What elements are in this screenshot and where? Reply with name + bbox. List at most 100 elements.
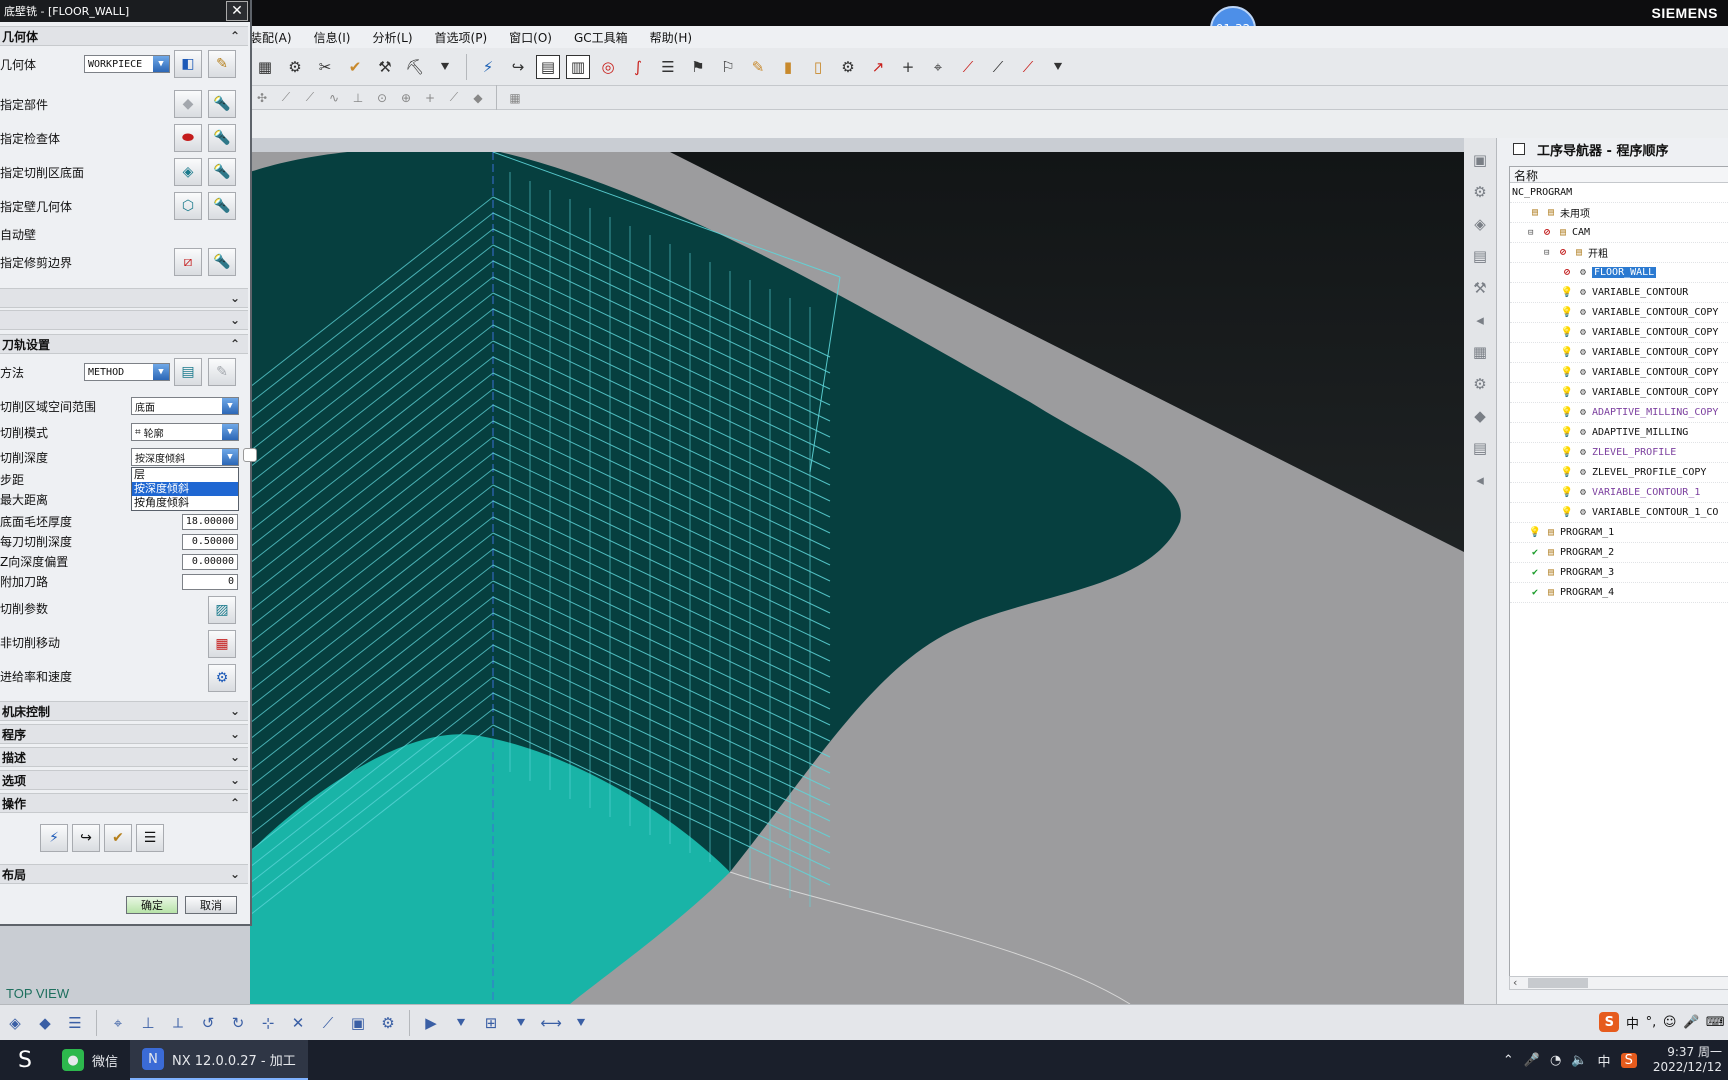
navigator-row[interactable]: 💡 ⚙ ZLEVEL_PROFILE xyxy=(1510,443,1728,463)
chevron-down-icon[interactable]: ⌄ xyxy=(230,867,240,881)
method-select[interactable]: METHOD ▼ xyxy=(84,363,170,381)
program-section[interactable]: 程序 ⌄ xyxy=(0,724,248,744)
menu-analysis[interactable]: 分析(L) xyxy=(372,29,412,46)
navigator-row[interactable]: 💡 ⚙ VARIABLE_CONTOUR xyxy=(1510,283,1728,303)
reset-handle[interactable] xyxy=(243,448,257,462)
cut-depth-select[interactable]: 按深度倾斜 ▼ xyxy=(131,448,239,466)
show-trim-boundary-icon[interactable]: 🔦 xyxy=(208,248,236,276)
feeds-speeds-button[interactable]: ⚙ xyxy=(208,664,236,692)
navigator-row[interactable]: 💡 ⚙ ADAPTIVE_MILLING_COPY xyxy=(1510,403,1728,423)
navigator-row[interactable]: NC_PROGRAM xyxy=(1510,183,1728,203)
snap-face-icon[interactable]: ◆ xyxy=(469,89,487,107)
sogou-icon[interactable]: S xyxy=(1599,1012,1620,1032)
chevron-down-icon[interactable]: ⌄ xyxy=(230,750,240,764)
snap-grid-icon[interactable]: ▦ xyxy=(506,89,524,107)
cut-pattern-select[interactable]: ⌗ 轮廓 ▼ xyxy=(131,423,239,441)
navigator-row[interactable]: ✔ ▤ PROGRAM_2 xyxy=(1510,543,1728,563)
generate-toolpath-icon[interactable]: ⚡ xyxy=(476,55,500,79)
options-section[interactable]: 选项 ⌄ xyxy=(0,770,248,790)
chevron-down-icon[interactable]: ▼ xyxy=(153,56,169,72)
create-program-icon[interactable]: ▦ xyxy=(253,55,277,79)
select-wall-icon[interactable]: ⬡ xyxy=(174,192,202,220)
navigator-row[interactable]: ✔ ▤ PROGRAM_4 xyxy=(1510,583,1728,603)
vector-icon[interactable]: ↗ xyxy=(866,55,890,79)
close-icon[interactable]: ✕ xyxy=(226,1,248,21)
chevron-down-icon[interactable]: ⌄ xyxy=(230,313,240,327)
replay-toolpath-icon[interactable]: ↪ xyxy=(506,55,530,79)
show-part-icon[interactable]: 🔦 xyxy=(208,90,236,118)
cut-area-range-select[interactable]: 底面 ▼ xyxy=(131,397,239,415)
ime-mode[interactable]: 中 xyxy=(1626,1013,1639,1032)
navigator-row[interactable]: 💡 ⚙ VARIABLE_CONTOUR_1 xyxy=(1510,483,1728,503)
resource-history-icon[interactable]: ▦ xyxy=(1468,340,1492,364)
replay-button[interactable]: ↪ xyxy=(72,824,100,852)
save-wcs-icon[interactable]: ▣ xyxy=(346,1011,370,1035)
simulate-icon[interactable]: ▥ xyxy=(566,54,590,79)
cutting-params-button[interactable]: ▨ xyxy=(208,596,236,624)
edit-geometry-icon[interactable]: ✎ xyxy=(208,50,236,78)
navigator-pin-checkbox[interactable] xyxy=(1513,143,1525,155)
ime-punctuation[interactable]: °, xyxy=(1646,1015,1657,1030)
snap-line-icon[interactable]: ⟋ xyxy=(277,89,295,107)
cut-depth-dropdown-list[interactable]: 层 按深度倾斜 按角度倾斜 xyxy=(131,467,239,511)
navigator-row[interactable]: 💡 ⚙ VARIABLE_CONTOUR_COPY xyxy=(1510,343,1728,363)
chevron-down-icon[interactable]: ⌄ xyxy=(230,704,240,718)
scroll-left-icon[interactable]: ‹ xyxy=(1513,976,1517,989)
show-wall-icon[interactable]: 🔦 xyxy=(208,192,236,220)
point-icon[interactable]: + xyxy=(896,55,920,79)
chevron-down-icon[interactable]: ▼ xyxy=(153,364,169,380)
wcs-6-icon[interactable]: ⊹ xyxy=(256,1011,280,1035)
verify-toolpath-icon[interactable]: ▤ xyxy=(536,54,560,79)
navigator-row[interactable]: ⊘ ⚙ FLOOR_WALL xyxy=(1510,263,1728,283)
snap-crosshair-icon[interactable]: ⊞ xyxy=(479,1011,503,1035)
chevron-down-icon[interactable]: ⌄ xyxy=(230,727,240,741)
snap-intersection-icon[interactable]: ⊥ xyxy=(349,89,367,107)
chevron-down-icon[interactable]: ▼ xyxy=(222,398,238,414)
geometry-section-header[interactable]: 几何体 ⌃ xyxy=(0,26,248,46)
non-cutting-moves-button[interactable]: ▦ xyxy=(208,630,236,658)
create-method-icon[interactable]: ✔ xyxy=(343,55,367,79)
machine-tool-icon[interactable]: ⛏ xyxy=(403,55,427,79)
cancel-button[interactable]: 取消 xyxy=(185,896,237,914)
collapsed-section-2[interactable]: ⌄ xyxy=(0,310,248,330)
chevron-up-icon[interactable]: ⌃ xyxy=(230,337,240,351)
navigator-tree[interactable]: 名称 NC_PROGRAM ▤ ▤ 未用项 ⊟ ⊘ ▤ CAM ⊟ ⊘ ▤ 开粗 ⊘ ⚙ FLOOR_WAL… xyxy=(1509,166,1728,988)
navigator-row[interactable]: 💡 ⚙ VARIABLE_CONTOUR_COPY xyxy=(1510,383,1728,403)
navigator-row[interactable]: ✔ ▤ PROGRAM_3 xyxy=(1510,563,1728,583)
chevron-down-icon[interactable]: ▼ xyxy=(222,424,238,440)
line-dropdown-icon[interactable]: ⯆ xyxy=(1046,55,1070,79)
clock[interactable]: 9:37 周一 2022/12/12 xyxy=(1653,1045,1722,1075)
snap-point-icon[interactable]: ⌖ xyxy=(926,55,950,79)
menu-preferences[interactable]: 首选项(P) xyxy=(435,29,488,46)
select-check-body-icon[interactable]: ⬬ xyxy=(174,124,202,152)
ime-indicator[interactable]: 中 xyxy=(1598,1051,1611,1070)
taskbar-wechat[interactable]: ● 微信 xyxy=(50,1040,130,1080)
navigator-row[interactable]: 💡 ⚙ ZLEVEL_PROFILE_COPY xyxy=(1510,463,1728,483)
new-method-button[interactable]: ▤ xyxy=(174,358,202,386)
tool-holder-icon[interactable]: ▮ xyxy=(776,55,800,79)
target-icon[interactable]: ◎ xyxy=(596,55,620,79)
ok-button[interactable]: 确定 xyxy=(126,896,178,914)
dropdown-option-layer[interactable]: 层 xyxy=(132,468,238,482)
collapsed-section-1[interactable]: ⌄ xyxy=(0,288,248,308)
shop-doc-icon[interactable]: ⚑ xyxy=(686,55,710,79)
line-3-icon[interactable]: ⟋ xyxy=(1016,55,1040,79)
microphone-icon[interactable]: 🎤 xyxy=(1524,1053,1540,1068)
create-geometry-icon[interactable]: ✂ xyxy=(313,55,337,79)
snap-line-2-icon[interactable]: ⟋ xyxy=(301,89,319,107)
resource-part-icon[interactable]: ⚙ xyxy=(1468,180,1492,204)
select-trim-boundary-icon[interactable]: ⧄ xyxy=(174,248,202,276)
chevron-down-icon[interactable]: ⌄ xyxy=(230,773,240,787)
layer-2-icon[interactable]: ◆ xyxy=(33,1011,57,1035)
navigator-row[interactable]: 💡 ⚙ ADAPTIVE_MILLING xyxy=(1510,423,1728,443)
navigator-row[interactable]: ▤ ▤ 未用项 xyxy=(1510,203,1728,223)
create-operation-icon[interactable]: ⚒ xyxy=(373,55,397,79)
navigator-row[interactable]: 💡 ⚙ VARIABLE_CONTOUR_COPY xyxy=(1510,323,1728,343)
select-part-icon[interactable]: ◆ xyxy=(174,90,202,118)
snap-circle-center-icon[interactable]: ⊙ xyxy=(373,89,391,107)
navigator-row[interactable]: 💡 ⚙ VARIABLE_CONTOUR_COPY xyxy=(1510,363,1728,383)
wifi-icon[interactable]: ◔ xyxy=(1550,1053,1561,1068)
show-check-body-icon[interactable]: 🔦 xyxy=(208,124,236,152)
wcs-yc-icon[interactable]: ⟋ xyxy=(316,1011,340,1035)
curve-icon[interactable]: ∫ xyxy=(626,55,650,79)
